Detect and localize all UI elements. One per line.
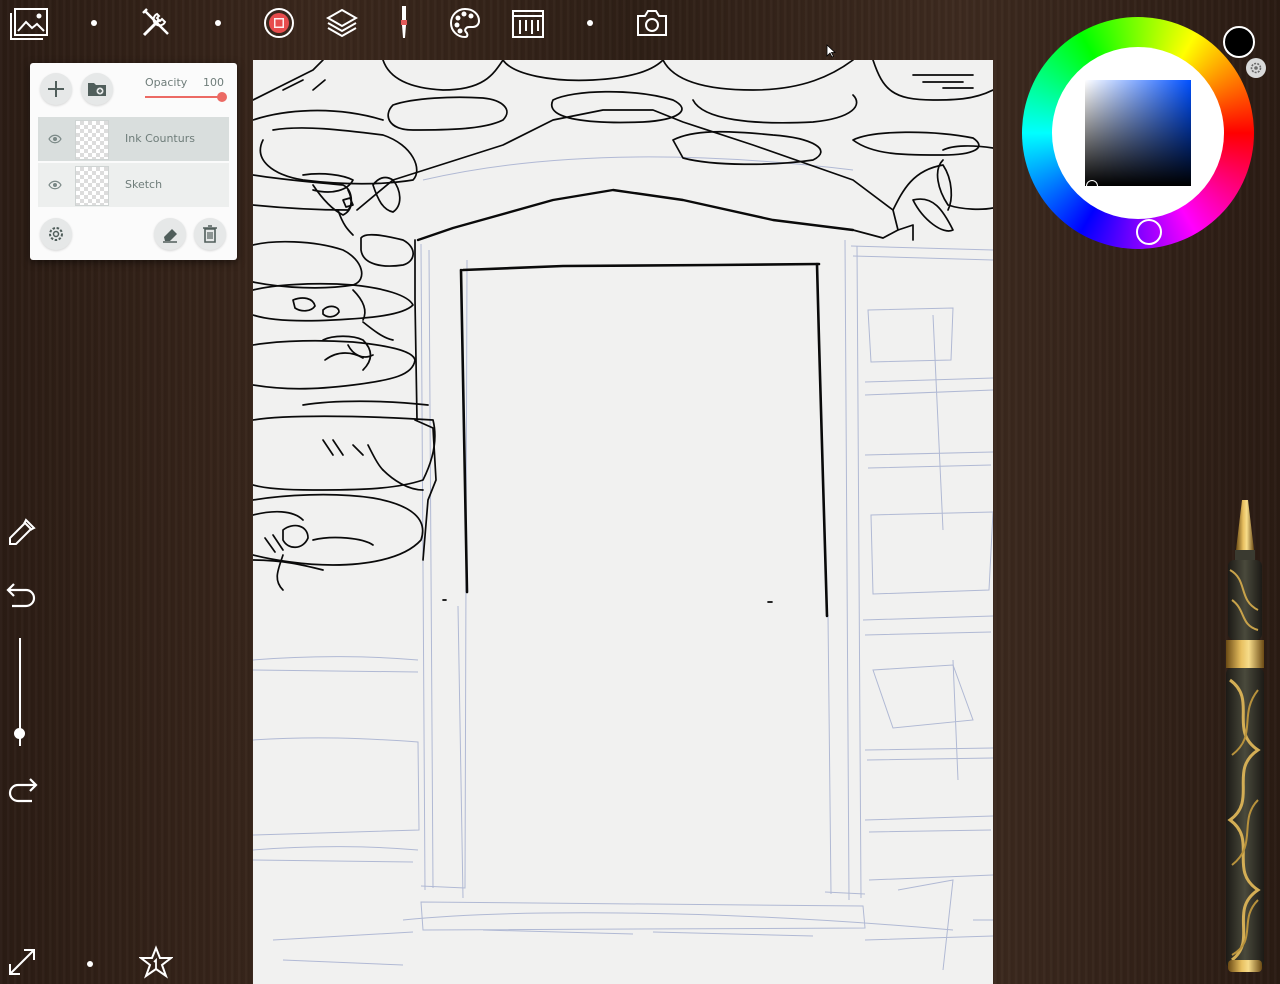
layer-name: Ink Counturs — [125, 132, 195, 145]
guides-icon — [512, 10, 544, 38]
toolbar-separator — [587, 20, 593, 26]
eye-icon[interactable] — [48, 133, 62, 145]
gear-icon — [1250, 62, 1262, 74]
mouse-cursor — [826, 44, 836, 58]
record-button[interactable] — [263, 7, 295, 39]
toolbar-separator — [91, 20, 97, 26]
gallery-button[interactable] — [6, 6, 52, 42]
toolbar-separator — [215, 20, 221, 26]
toolbar-separator — [87, 961, 93, 967]
gear-icon — [49, 227, 63, 241]
camera-button[interactable] — [634, 6, 670, 40]
fullscreen-icon[interactable] — [6, 946, 38, 978]
eyedropper-icon[interactable] — [6, 516, 38, 548]
eraser-icon — [163, 229, 177, 243]
folder-add-icon — [88, 83, 106, 96]
brush-size-knob[interactable] — [14, 728, 25, 739]
current-color-swatch[interactable] — [1223, 26, 1255, 58]
fountain-pen-decoration — [1226, 500, 1264, 972]
redo-icon[interactable] — [6, 775, 38, 805]
favorites-icon[interactable] — [139, 945, 173, 979]
brush-button[interactable] — [392, 4, 416, 40]
clear-layer-button[interactable] — [154, 218, 186, 250]
eye-icon[interactable] — [48, 179, 62, 191]
saturation-value-knob[interactable] — [1086, 180, 1098, 192]
trash-icon — [203, 225, 217, 243]
layer-row[interactable]: Sketch — [38, 163, 229, 207]
palette-button[interactable] — [447, 5, 483, 41]
tools-button[interactable] — [138, 5, 174, 41]
layers-icon — [325, 8, 359, 38]
undo-icon[interactable] — [6, 580, 38, 608]
guides-button[interactable] — [510, 6, 546, 40]
layer-thumbnail — [75, 120, 109, 160]
drawing-canvas[interactable] — [253, 60, 993, 984]
opacity-slider[interactable] — [145, 96, 222, 98]
plus-icon — [48, 81, 64, 97]
camera-icon — [637, 10, 667, 36]
layers-panel: Opacity 100 Ink Counturs Sketch — [30, 63, 237, 260]
record-icon — [264, 8, 294, 38]
opacity-label: Opacity — [145, 76, 188, 89]
layer-row[interactable]: Ink Counturs — [38, 117, 229, 161]
brush-icon — [401, 6, 407, 38]
layer-name: Sketch — [125, 178, 163, 191]
layer-settings-button[interactable] — [40, 218, 72, 250]
tools-icon — [142, 8, 169, 37]
add-layer-button[interactable] — [40, 73, 72, 105]
ink-contours — [253, 60, 993, 618]
palette-icon — [450, 7, 481, 39]
layer-thumbnail — [75, 166, 109, 206]
opacity-slider-knob[interactable] — [217, 92, 227, 102]
layers-button[interactable] — [324, 5, 360, 41]
hue-knob[interactable] — [1136, 219, 1162, 245]
opacity-value: 100 — [203, 76, 224, 89]
add-folder-button[interactable] — [81, 73, 113, 105]
delete-layer-button[interactable] — [194, 218, 226, 250]
color-settings-button[interactable] — [1246, 58, 1266, 78]
saturation-value-square[interactable] — [1085, 80, 1191, 186]
gallery-icon — [10, 8, 48, 40]
